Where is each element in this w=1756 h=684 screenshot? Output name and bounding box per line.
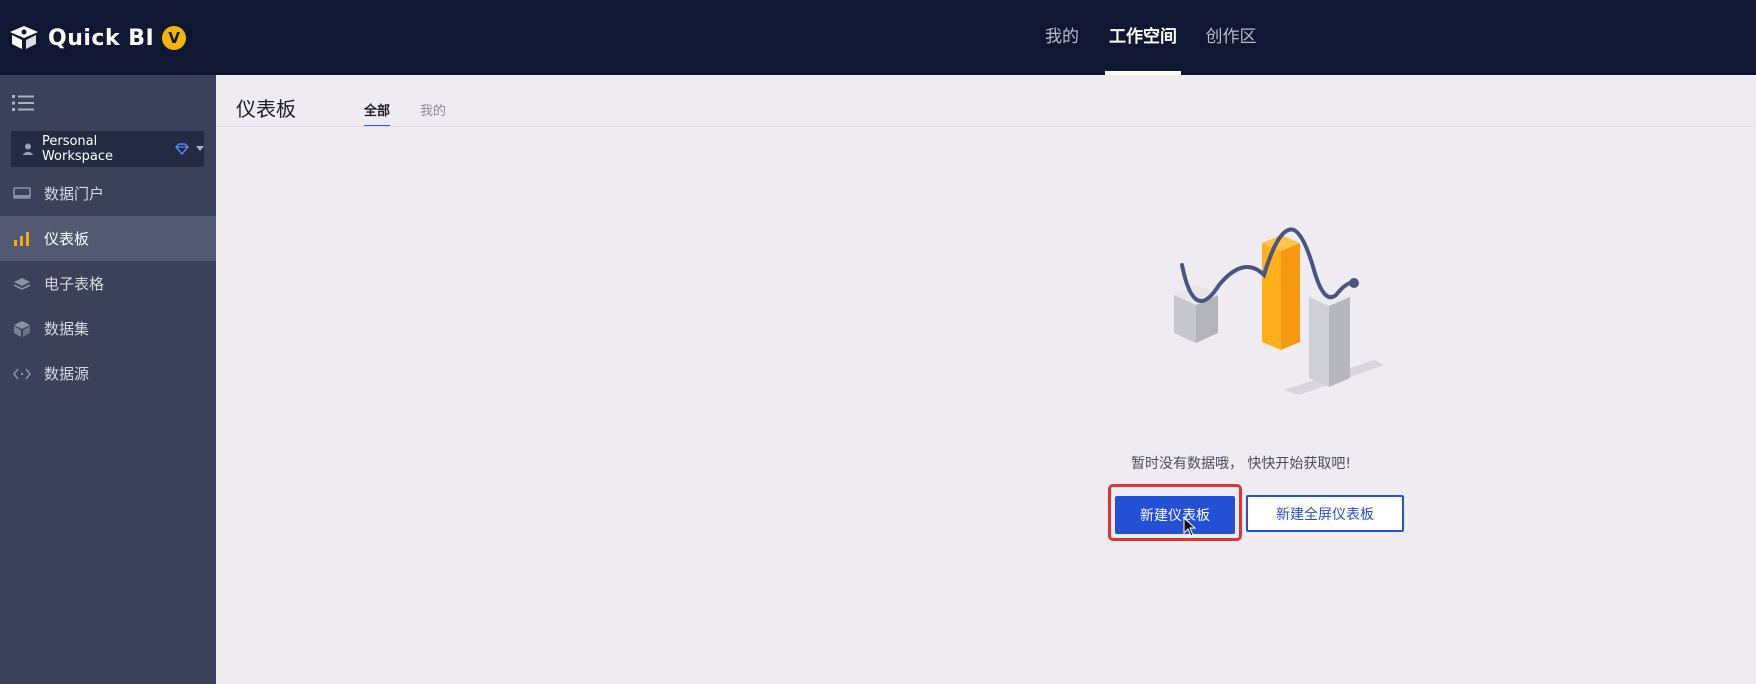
logo-text: Quick BI <box>48 25 155 51</box>
sidebar-nav: 数据门户 仪表板 电子表格 数据集 数据源 <box>0 171 216 396</box>
version-badge: V <box>162 26 187 50</box>
empty-chart-illustration <box>1174 227 1384 395</box>
workspace-label: Personal Workspace <box>41 134 114 164</box>
sidebar: Personal Workspace 数据门户 仪表板 电子表格 数据集 数据源 <box>0 75 216 684</box>
empty-state-message: 暂时没有数据哦， 快快开始获取吧! <box>1130 456 1352 472</box>
code-arrows-icon <box>12 364 32 384</box>
tab-all[interactable]: 全部 <box>364 100 391 127</box>
portal-icon <box>12 184 32 204</box>
diamond-icon <box>175 143 189 155</box>
topnav-item-create[interactable]: 创作区 <box>1205 0 1257 75</box>
sidebar-item-data-portal[interactable]: 数据门户 <box>0 171 216 216</box>
sidebar-item-dataset[interactable]: 数据集 <box>0 306 216 351</box>
new-fullscreen-dashboard-button[interactable]: 新建全屏仪表板 <box>1246 495 1404 532</box>
layers-icon <box>12 274 32 294</box>
page-title: 仪表板 <box>236 97 296 121</box>
workspace-selector[interactable]: Personal Workspace <box>11 131 205 167</box>
sidebar-item-label: 数据集 <box>44 320 90 338</box>
sidebar-item-datasource[interactable]: 数据源 <box>0 351 216 396</box>
cube-icon <box>12 319 32 339</box>
main-content: 仪表板 全部 我的 暂时没有数据哦， 快快开始获取吧! 新建仪表板 新建全屏仪表… <box>216 75 1756 684</box>
user-icon <box>22 143 34 155</box>
tab-mine[interactable]: 我的 <box>420 100 446 119</box>
topnav-item-workspace[interactable]: 工作空间 <box>1105 0 1181 75</box>
topnav-item-mine[interactable]: 我的 <box>1044 0 1080 75</box>
sidebar-item-label: 数据门户 <box>44 185 105 203</box>
sidebar-item-label: 数据源 <box>44 365 90 383</box>
top-bar: Quick BI V 我的 工作空间 创作区 <box>0 0 1756 75</box>
app-logo[interactable]: Quick BI V <box>8 20 187 56</box>
logo-icon <box>10 26 38 49</box>
chevron-down-icon <box>196 146 205 151</box>
list-menu-icon[interactable] <box>12 94 34 112</box>
sidebar-item-spreadsheet[interactable]: 电子表格 <box>0 261 216 306</box>
sidebar-item-label: 仪表板 <box>44 230 90 248</box>
sidebar-item-label: 电子表格 <box>44 275 105 293</box>
sidebar-item-dashboard[interactable]: 仪表板 <box>0 216 216 261</box>
bar-chart-icon <box>12 229 32 249</box>
header-divider <box>216 126 1756 127</box>
new-dashboard-button[interactable]: 新建仪表板 <box>1115 496 1235 534</box>
